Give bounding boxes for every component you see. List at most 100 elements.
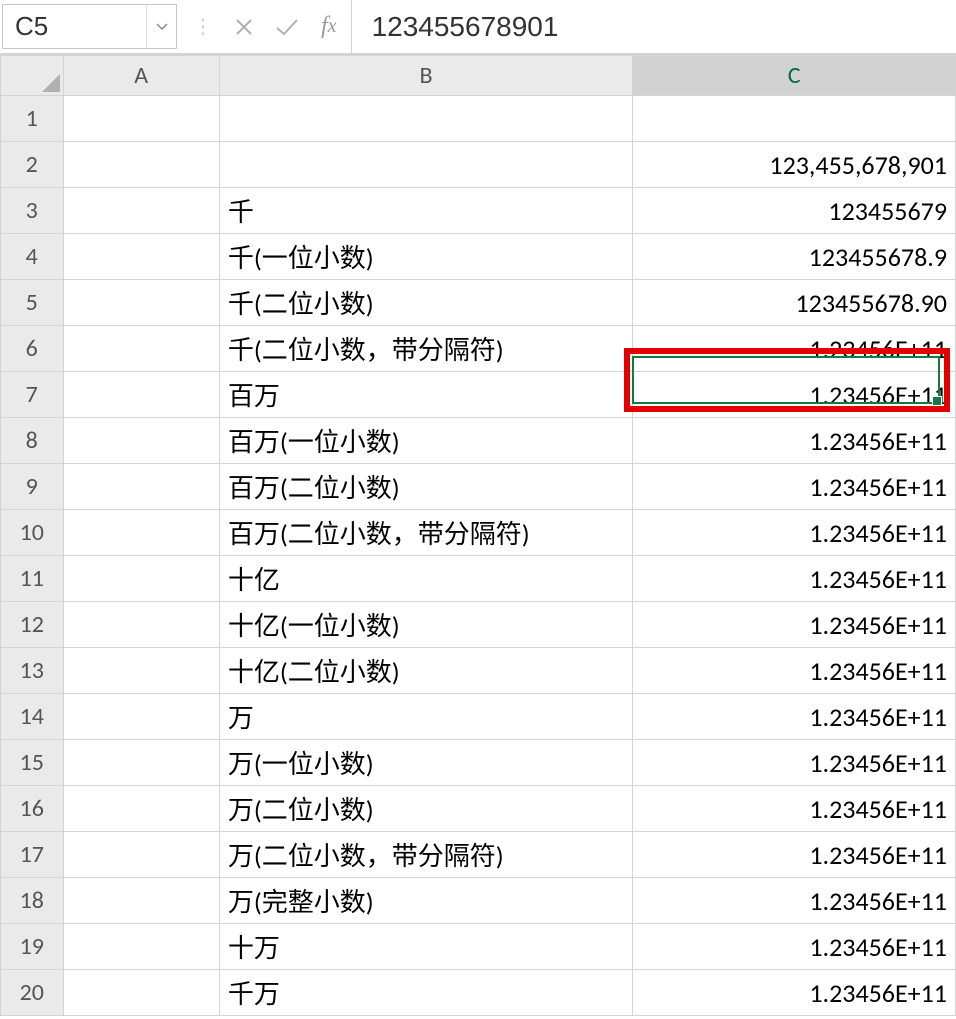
cell[interactable] bbox=[63, 326, 219, 372]
fx-icon[interactable]: fx bbox=[321, 13, 337, 40]
row-header[interactable]: 15 bbox=[1, 740, 64, 786]
row-header[interactable]: 4 bbox=[1, 234, 64, 280]
table-row: 11 十亿1.23456E+11 bbox=[1, 556, 956, 602]
table-row: 17 万(二位小数，带分隔符)1.23456E+11 bbox=[1, 832, 956, 878]
cell[interactable]: 万(一位小数) bbox=[219, 740, 632, 786]
name-box-input[interactable] bbox=[3, 11, 146, 42]
row-header[interactable]: 16 bbox=[1, 786, 64, 832]
cell[interactable]: 十万 bbox=[219, 924, 632, 970]
cell[interactable]: 1.23456E+11 bbox=[633, 786, 956, 832]
col-header-A[interactable]: A bbox=[63, 56, 219, 96]
cell[interactable] bbox=[63, 188, 219, 234]
cell[interactable]: 1.23456E+11 bbox=[633, 372, 956, 418]
cell[interactable]: 千万 bbox=[219, 970, 632, 1016]
row-header[interactable]: 8 bbox=[1, 418, 64, 464]
cell[interactable] bbox=[63, 878, 219, 924]
cell[interactable]: 十亿 bbox=[219, 556, 632, 602]
cell[interactable]: 万 bbox=[219, 694, 632, 740]
cell[interactable]: 1.23456E+11 bbox=[633, 970, 956, 1016]
table-row: 4 千(一位小数)123455678.9 bbox=[1, 234, 956, 280]
cell[interactable]: 1.23456E+11 bbox=[633, 556, 956, 602]
cell[interactable] bbox=[63, 142, 219, 188]
spreadsheet-grid[interactable]: A B C 12 123,455,678,901 3 千123455679 4 千(一位小… bbox=[0, 55, 956, 1016]
cell[interactable] bbox=[63, 740, 219, 786]
name-box-dropdown-icon[interactable] bbox=[146, 5, 176, 48]
row-header[interactable]: 19 bbox=[1, 924, 64, 970]
cell[interactable]: 千(二位小数) bbox=[219, 280, 632, 326]
cell[interactable]: 1.23456E+11 bbox=[633, 418, 956, 464]
cancel-icon[interactable] bbox=[235, 18, 253, 36]
cell[interactable]: 千 bbox=[219, 188, 632, 234]
cell[interactable] bbox=[63, 970, 219, 1016]
cell[interactable]: 百万(二位小数，带分隔符) bbox=[219, 510, 632, 556]
cell[interactable] bbox=[63, 694, 219, 740]
row-header[interactable]: 13 bbox=[1, 648, 64, 694]
row-header[interactable]: 3 bbox=[1, 188, 64, 234]
enter-icon[interactable] bbox=[275, 18, 299, 36]
cell[interactable]: 1.23456E+11 bbox=[633, 648, 956, 694]
cell[interactable]: 1.23456E+11 bbox=[633, 464, 956, 510]
row-header[interactable]: 17 bbox=[1, 832, 64, 878]
cell[interactable] bbox=[63, 602, 219, 648]
table-row: 15 万(一位小数)1.23456E+11 bbox=[1, 740, 956, 786]
cell[interactable]: 万(二位小数) bbox=[219, 786, 632, 832]
row-header[interactable]: 20 bbox=[1, 970, 64, 1016]
cell[interactable]: 123,455,678,901 bbox=[633, 142, 956, 188]
cell[interactable]: 万(完整小数) bbox=[219, 878, 632, 924]
cell[interactable]: 1.23456E+11 bbox=[633, 326, 956, 372]
cell[interactable]: 1.23456E+11 bbox=[633, 878, 956, 924]
cell[interactable]: 万(二位小数，带分隔符) bbox=[219, 832, 632, 878]
cell[interactable]: 百万(一位小数) bbox=[219, 418, 632, 464]
cell[interactable]: 1.23456E+11 bbox=[633, 602, 956, 648]
table-row: 5 千(二位小数)123455678.90 bbox=[1, 280, 956, 326]
cell[interactable] bbox=[219, 96, 632, 142]
cell[interactable]: 1.23456E+11 bbox=[633, 832, 956, 878]
cell[interactable] bbox=[633, 96, 956, 142]
select-all-corner[interactable] bbox=[1, 56, 64, 96]
row-header[interactable]: 5 bbox=[1, 280, 64, 326]
col-header-C[interactable]: C bbox=[633, 56, 956, 96]
cell[interactable]: 1.23456E+11 bbox=[633, 740, 956, 786]
cell[interactable]: 123455678.90 bbox=[633, 280, 956, 326]
cell[interactable] bbox=[63, 234, 219, 280]
cell[interactable] bbox=[63, 464, 219, 510]
cell[interactable]: 1.23456E+11 bbox=[633, 510, 956, 556]
row-header[interactable]: 7 bbox=[1, 372, 64, 418]
row-header[interactable]: 10 bbox=[1, 510, 64, 556]
cell[interactable] bbox=[63, 648, 219, 694]
cell[interactable]: 百万 bbox=[219, 372, 632, 418]
cell[interactable]: 千(二位小数，带分隔符) bbox=[219, 326, 632, 372]
cell[interactable]: 123455678.9 bbox=[633, 234, 956, 280]
cell[interactable] bbox=[63, 280, 219, 326]
cell[interactable] bbox=[63, 372, 219, 418]
cell[interactable]: 千(一位小数) bbox=[219, 234, 632, 280]
table-row: 12 十亿(一位小数)1.23456E+11 bbox=[1, 602, 956, 648]
cell[interactable] bbox=[63, 510, 219, 556]
divider-icon: ⋮ bbox=[193, 14, 213, 39]
row-header[interactable]: 2 bbox=[1, 142, 64, 188]
row-header[interactable]: 14 bbox=[1, 694, 64, 740]
cell[interactable] bbox=[63, 832, 219, 878]
cell[interactable]: 十亿(一位小数) bbox=[219, 602, 632, 648]
cell[interactable]: 1.23456E+11 bbox=[633, 694, 956, 740]
cell[interactable] bbox=[63, 786, 219, 832]
row-header[interactable]: 6 bbox=[1, 326, 64, 372]
cell[interactable] bbox=[63, 418, 219, 464]
row-header[interactable]: 18 bbox=[1, 878, 64, 924]
col-header-B[interactable]: B bbox=[219, 56, 632, 96]
cell[interactable] bbox=[63, 924, 219, 970]
row-header[interactable]: 1 bbox=[1, 96, 64, 142]
cell[interactable] bbox=[63, 556, 219, 602]
formula-input[interactable] bbox=[372, 11, 956, 43]
cell[interactable]: 1.23456E+11 bbox=[633, 924, 956, 970]
cell[interactable]: 百万(二位小数) bbox=[219, 464, 632, 510]
name-box[interactable] bbox=[2, 4, 177, 49]
cell[interactable]: 十亿(二位小数) bbox=[219, 648, 632, 694]
cell[interactable]: 123455679 bbox=[633, 188, 956, 234]
row-header[interactable]: 11 bbox=[1, 556, 64, 602]
row-header[interactable]: 12 bbox=[1, 602, 64, 648]
cell[interactable] bbox=[219, 142, 632, 188]
row-header[interactable]: 9 bbox=[1, 464, 64, 510]
cell[interactable] bbox=[63, 96, 219, 142]
table-row: 2 123,455,678,901 bbox=[1, 142, 956, 188]
